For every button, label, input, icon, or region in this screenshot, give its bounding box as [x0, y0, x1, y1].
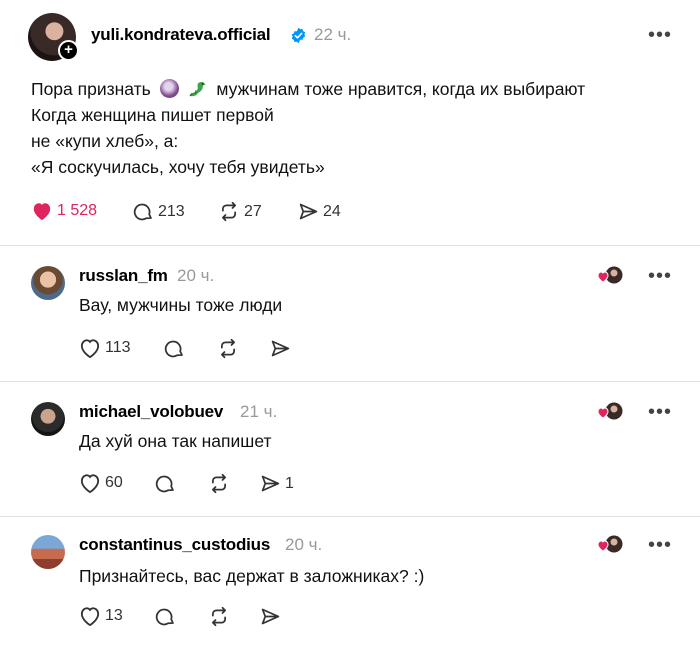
- repost-icon: [222, 201, 236, 222]
- comment-button[interactable]: 213: [133, 201, 185, 222]
- repost-count: 27: [244, 202, 262, 220]
- liked-by-author-icon: [597, 402, 623, 420]
- repost-button[interactable]: [208, 473, 230, 494]
- comment-username[interactable]: constantinus_custodius: [79, 535, 270, 555]
- share-count: 1: [285, 474, 294, 492]
- share-button[interactable]: [260, 606, 281, 627]
- like-button[interactable]: 60: [79, 473, 123, 493]
- share-icon: [299, 203, 318, 220]
- repost-icon: [212, 473, 226, 494]
- comment-icon: [155, 608, 174, 626]
- post-line: мужчинам тоже нравится, когда их выбираю…: [216, 79, 586, 99]
- comment-time: 20 ч.: [285, 535, 323, 554]
- repost-button[interactable]: [208, 606, 230, 627]
- divider: [0, 381, 700, 382]
- post-time: 22 ч.: [314, 25, 352, 44]
- share-button[interactable]: 1: [260, 473, 294, 494]
- comment-text: Вау, мужчины тоже люди: [79, 295, 283, 315]
- plus-icon[interactable]: +: [58, 40, 79, 61]
- divider: [0, 516, 700, 517]
- dragon-emoji: [188, 82, 206, 97]
- comment-text: Признайтесь, вас держат в заложниках? :): [79, 566, 425, 586]
- comment-time: 20 ч.: [177, 266, 215, 285]
- repost-icon: [221, 338, 235, 359]
- share-button[interactable]: [270, 338, 291, 359]
- post-line: «Я соскучилась, хочу тебя увидеть»: [31, 157, 325, 177]
- repost-button[interactable]: 27: [218, 201, 262, 222]
- comment-icon: [133, 203, 152, 221]
- divider: [0, 245, 700, 246]
- share-count: 24: [323, 202, 341, 220]
- repost-icon: [212, 606, 226, 627]
- comment-time: 21 ч.: [240, 402, 278, 421]
- comment-count: 213: [158, 202, 185, 220]
- like-count: 1 528: [57, 202, 98, 219]
- post-line: не «купи хлеб», а:: [31, 131, 179, 151]
- avatar[interactable]: [31, 402, 65, 436]
- like-count: 113: [105, 339, 131, 356]
- comment-username[interactable]: michael_volobuev: [79, 402, 223, 422]
- more-icon[interactable]: •••: [648, 535, 672, 555]
- share-icon: [271, 340, 290, 357]
- like-button[interactable]: 13: [79, 606, 123, 626]
- like-count: 60: [105, 474, 123, 491]
- like-count: 13: [105, 607, 123, 624]
- heart-icon: [80, 607, 100, 626]
- share-icon: [261, 475, 280, 492]
- comment-button[interactable]: [164, 338, 185, 359]
- heart-icon: [80, 474, 100, 493]
- repost-button[interactable]: [217, 338, 239, 359]
- comment-text: Да хуй она так напишет: [79, 431, 272, 451]
- verified-icon: [291, 27, 306, 44]
- share-button[interactable]: 24: [298, 201, 341, 222]
- post-text: Пора признать мужчинам тоже нравится, ко…: [31, 76, 585, 180]
- share-icon: [261, 608, 280, 625]
- liked-by-author-icon: [597, 266, 623, 284]
- comment-username[interactable]: russlan_fm: [79, 266, 168, 286]
- author-username[interactable]: yuli.kondrateva.official: [91, 25, 271, 45]
- heart-icon: [80, 339, 100, 358]
- post-line: Когда женщина пишет первой: [31, 105, 274, 125]
- post-line: Пора признать: [31, 79, 151, 99]
- comment-icon: [164, 340, 183, 358]
- comment-button[interactable]: [155, 606, 176, 627]
- avatar[interactable]: [31, 535, 65, 569]
- heart-icon: [33, 203, 51, 221]
- liked-by-author-icon: [597, 535, 623, 553]
- avatar[interactable]: [31, 266, 65, 300]
- comment-icon: [155, 475, 174, 493]
- crystal-ball-emoji: [159, 79, 179, 98]
- main-post: + yuli.kondrateva.official 22 ч. ••• Пор…: [0, 0, 700, 240]
- like-button[interactable]: 1 528: [31, 201, 97, 221]
- more-icon[interactable]: •••: [648, 25, 672, 45]
- like-button[interactable]: 113: [79, 338, 131, 358]
- comment-button[interactable]: [155, 473, 176, 494]
- more-icon[interactable]: •••: [648, 266, 672, 286]
- more-icon[interactable]: •••: [648, 402, 672, 422]
